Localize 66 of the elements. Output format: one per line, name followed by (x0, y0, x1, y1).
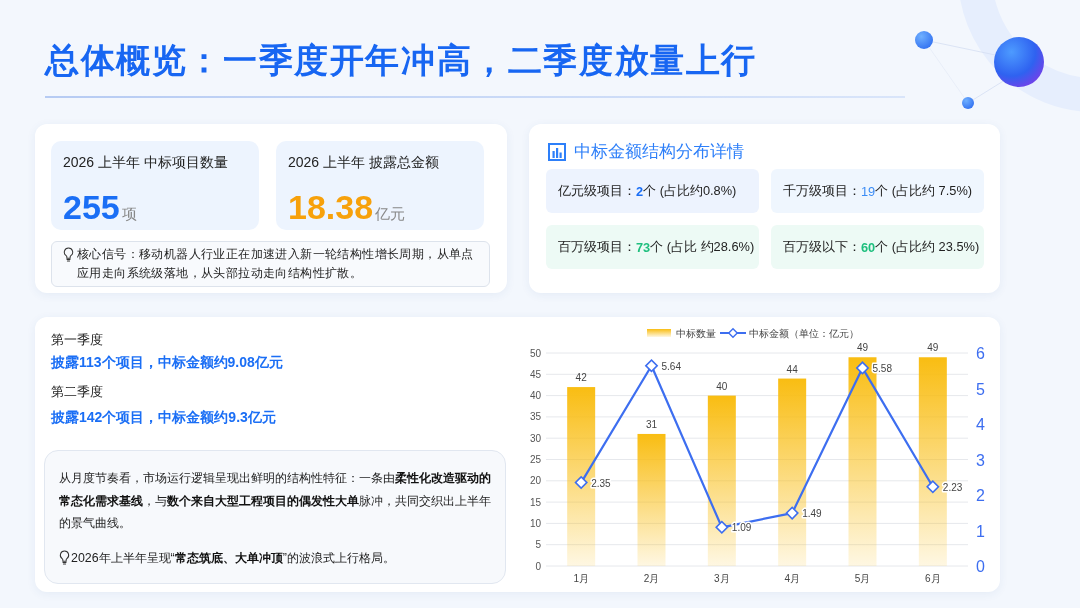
category-label: 2月 (643, 573, 660, 584)
stat-label: 2026 上半年 披露总金额 (288, 153, 439, 171)
axis-tick-label: 1 (976, 522, 985, 540)
structure-item: 亿元级项目：2个 (占比约0.8%) (546, 169, 759, 213)
axis-tick-label: 15 (529, 496, 541, 508)
legend-label: 中标金额（单位：亿元） (749, 327, 859, 339)
structure-item: 百万级项目：73个 (占比 约28.6%) (546, 225, 759, 269)
legend-line-icon (719, 327, 747, 339)
structure-item: 百万级以下：60个 (占比约 23.5%) (771, 225, 984, 269)
category-label: 3月 (714, 573, 730, 584)
axis-tick-label: 10 (529, 517, 541, 529)
data-label: 44 (786, 363, 798, 375)
category-label: 6月 (925, 573, 941, 584)
axis-tick-label: 40 (529, 390, 541, 402)
axis-tick-label: 0 (976, 558, 985, 575)
data-label: 49 (927, 342, 939, 354)
data-point (715, 520, 729, 535)
data-point (926, 480, 940, 494)
axis-tick-label: 4 (976, 416, 985, 433)
data-label: 1.09 (731, 522, 752, 534)
data-label: 2.23 (942, 481, 963, 493)
axis-tick-label: 5 (976, 380, 985, 398)
axis-tick-label: 0 (535, 560, 541, 572)
axis-tick-label: 45 (529, 368, 541, 380)
quarter-summary: 披露142个项目，中标金额约9.3亿元 (51, 408, 276, 427)
stat-unit: 项 (121, 205, 137, 224)
data-label: 1.49 (802, 508, 822, 520)
structure-item: 千万级项目：19个 (占比约 7.5%) (771, 169, 984, 213)
data-label: 31 (645, 418, 658, 430)
page-title: 总体概览：一季度开年冲高，二季度放量上行 (45, 40, 757, 81)
axis-tick-label: 2 (976, 487, 985, 504)
stat-value: 255 (63, 187, 120, 227)
section-title: 中标金额结构分布详情 (574, 142, 744, 162)
stat-value: 18.38 (288, 187, 374, 227)
quarter-label: 第二季度 (51, 383, 103, 401)
axis-tick-label: 5 (535, 539, 541, 551)
data-label: 49 (856, 342, 869, 354)
axis-tick-label: 20 (529, 475, 541, 487)
category-label: 4月 (784, 573, 800, 584)
axis-tick-label: 3 (976, 451, 985, 469)
lightbulb-icon (63, 247, 74, 262)
legend-swatch-icon (647, 329, 671, 337)
lightbulb-icon (59, 550, 70, 565)
axis-tick-label: 50 (529, 347, 541, 359)
data-label: 42 (575, 372, 587, 384)
data-label: 40 (716, 380, 728, 392)
analysis-text: 从月度节奏看，市场运行逻辑呈现出鲜明的结构性特征：一条由柔性化改造驱动的常态化需求基线，与数个来自大型工程项目的偶发性大单脉冲，共同交织出上半年的景气曲线。 (59, 470, 492, 532)
stat-unit: 亿元 (375, 205, 406, 224)
axis-tick-label: 25 (529, 454, 541, 465)
bar-chart-icon (548, 143, 566, 161)
tip-text: 2026年上半年呈现“常态筑底、大单冲顶”的波浪式上行格局。 (71, 549, 395, 567)
data-label: 5.64 (661, 360, 681, 372)
axis-tick-label: 35 (529, 411, 541, 423)
quarter-label: 第一季度 (51, 331, 103, 349)
category-label: 1月 (573, 573, 589, 584)
category-label: 5月 (854, 573, 871, 584)
quarter-summary: 披露113个项目，中标金额约9.08亿元 (51, 353, 283, 372)
legend-label: 中标数量 (676, 327, 716, 339)
data-point (855, 361, 870, 375)
axis-tick-label: 30 (529, 432, 541, 444)
data-point (644, 359, 659, 373)
data-point (785, 506, 799, 520)
axis-tick-label: 6 (976, 345, 985, 362)
stat-label: 2026 上半年 中标项目数量 (63, 153, 228, 171)
data-point (574, 475, 588, 490)
signal-text: 核心信号：移动机器人行业正在加速进入新一轮结构性增长周期，从单点应用走向系统级落地，从头部拉动走向结构性扩散。 (77, 246, 475, 282)
